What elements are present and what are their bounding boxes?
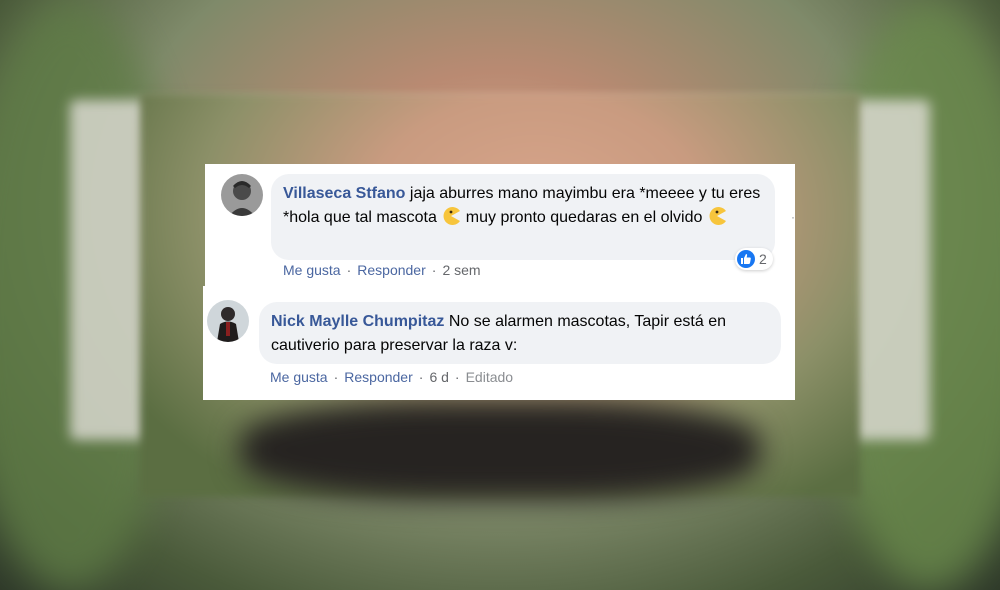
comment-card-2: Nick Maylle Chumpitaz No se alarmen masc… (203, 286, 795, 400)
like-icon (737, 250, 755, 268)
avatar[interactable] (221, 174, 263, 216)
edited-label: Editado (465, 369, 514, 385)
like-button[interactable]: Me gusta (283, 262, 341, 278)
comment-author[interactable]: Villaseca Stfano (283, 185, 405, 202)
background-photo-shadow (240, 400, 760, 500)
separator: · (346, 262, 352, 278)
comment-author[interactable]: Nick Maylle Chumpitaz (271, 313, 444, 330)
separator: · (454, 369, 460, 385)
timestamp[interactable]: 6 d (429, 369, 448, 385)
timestamp[interactable]: 2 sem (442, 262, 480, 278)
comment-bubble: Villaseca Stfano jaja aburres mano mayim… (271, 174, 775, 260)
comment-actions: Me gusta · Responder · 2 sem (283, 262, 481, 278)
pacman-emoji-icon (441, 206, 461, 226)
comment-card-1: Villaseca Stfano jaja aburres mano mayim… (205, 164, 795, 286)
reaction-count[interactable]: 2 (735, 248, 773, 270)
comment-text: muy pronto quedaras en el olvido (461, 209, 707, 226)
reply-button[interactable]: Responder (357, 262, 426, 278)
separator: · (418, 369, 424, 385)
like-button[interactable]: Me gusta (270, 369, 328, 385)
comment-bubble: Nick Maylle Chumpitaz No se alarmen masc… (259, 302, 781, 364)
avatar[interactable] (207, 300, 249, 342)
comment-actions: Me gusta · Responder · 6 d · Editado (270, 369, 513, 385)
separator: · (431, 262, 437, 278)
reaction-count-label: 2 (759, 251, 767, 267)
separator: · (333, 369, 339, 385)
more-options-icon[interactable]: · (791, 210, 795, 224)
pacman-emoji-icon (707, 206, 727, 226)
reply-button[interactable]: Responder (344, 369, 413, 385)
